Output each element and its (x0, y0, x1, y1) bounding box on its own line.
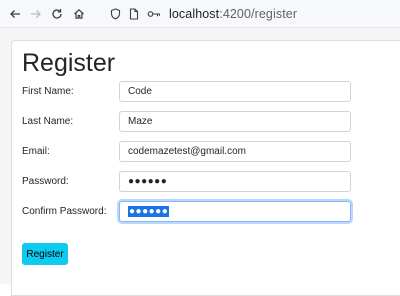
password-mask: ●●●●●● (128, 176, 168, 187)
password-label: Password: (22, 176, 69, 187)
last-name-label: Last Name: (22, 116, 74, 127)
page-title: Register (22, 49, 116, 77)
browser-toolbar: localhost:4200/register (0, 0, 400, 28)
first-name-input[interactable]: Code (119, 81, 351, 102)
email-input[interactable]: codemazetest@gmail.com (119, 141, 351, 162)
last-name-input[interactable]: Maze (119, 111, 351, 132)
home-button[interactable] (68, 3, 90, 25)
password-input[interactable]: ●●●●●● (119, 171, 351, 192)
shield-icon (110, 8, 121, 20)
address-bar[interactable]: localhost:4200/register (110, 3, 297, 25)
confirm-password-mask: ●●●●●● (128, 206, 170, 217)
first-name-label: First Name: (22, 86, 74, 97)
page-body: Register First Name: Code Last Name: Maz… (0, 28, 400, 296)
page-icon (129, 8, 139, 20)
register-card: Register First Name: Code Last Name: Maz… (11, 40, 400, 296)
forward-arrow-icon (31, 10, 41, 18)
confirm-password-input[interactable]: ●●●●●● (119, 201, 351, 222)
url-host: localhost (169, 7, 220, 21)
email-label: Email: (22, 146, 50, 157)
back-button[interactable] (4, 3, 26, 25)
url-path: :4200/register (219, 7, 298, 21)
url-text: localhost:4200/register (169, 7, 297, 21)
back-arrow-icon (10, 10, 20, 18)
key-icon (147, 11, 161, 17)
home-icon (74, 8, 84, 19)
confirm-password-label: Confirm Password: (22, 206, 107, 217)
reload-icon (52, 9, 62, 19)
register-button[interactable]: Register (22, 243, 68, 265)
reload-button[interactable] (46, 3, 68, 25)
forward-button[interactable] (25, 3, 47, 25)
